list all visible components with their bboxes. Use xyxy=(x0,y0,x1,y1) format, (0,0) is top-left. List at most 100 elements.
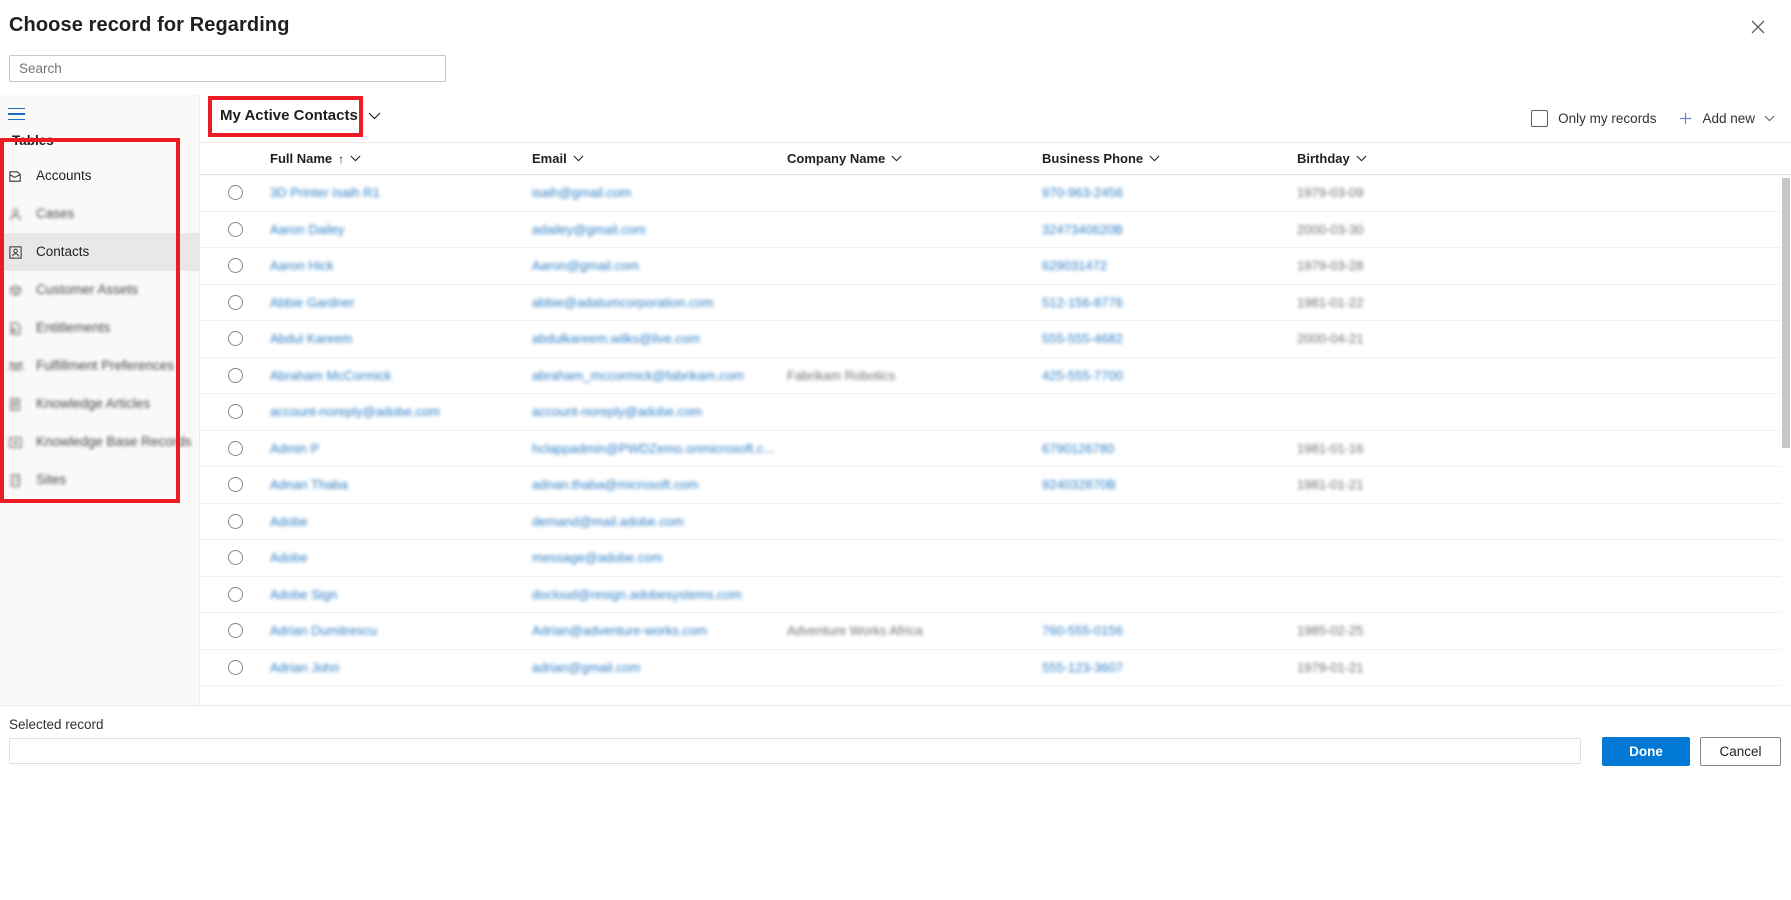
cell-full-name[interactable]: account-noreply@adobe.com xyxy=(270,404,532,419)
column-header-label: Full Name xyxy=(270,151,333,166)
sidebar-item-entitlements[interactable]: Entitlements xyxy=(0,309,200,347)
row-select-cell xyxy=(200,586,270,602)
done-button[interactable]: Done xyxy=(1602,737,1690,766)
row-radio-button[interactable] xyxy=(227,477,243,493)
cell-birthday: 1981-01-22 xyxy=(1297,294,1364,310)
sidebar-item-customer-assets[interactable]: Customer Assets xyxy=(0,271,200,309)
sidebar-item-accounts[interactable]: Accounts xyxy=(0,157,200,195)
table-row[interactable]: Adnan Thaba adnan.thaba@microsoft.com 9240… xyxy=(200,467,1791,504)
hamburger-icon[interactable] xyxy=(8,101,38,127)
sidebar-item-fulfillment-preferences[interactable]: Fulfillment Preferences xyxy=(0,347,200,385)
column-header-company-name[interactable]: Company Name xyxy=(787,143,1042,175)
cell-phone: 970-963-2456 xyxy=(1042,185,1123,201)
column-header-birthday[interactable]: Birthday xyxy=(1297,143,1527,175)
table-row[interactable]: account-noreply@adobe.com account-noreply… xyxy=(200,394,1791,431)
only-my-records-toggle[interactable]: Only my records xyxy=(1531,110,1656,127)
row-select-cell xyxy=(200,294,270,310)
only-my-records-label: Only my records xyxy=(1558,111,1657,126)
chevron-down-icon xyxy=(350,155,361,162)
column-header-business-phone[interactable]: Business Phone xyxy=(1042,143,1297,175)
cell-full-name[interactable]: Admin P xyxy=(270,441,532,456)
chevron-down-icon xyxy=(1356,155,1367,162)
sidebar-item-cases[interactable]: Cases xyxy=(0,195,200,233)
row-radio-button[interactable] xyxy=(227,404,243,420)
close-icon[interactable] xyxy=(1743,12,1773,42)
search-input[interactable] xyxy=(9,55,446,82)
sidebar-item-knowledge-base-records[interactable]: Knowledge Base Records xyxy=(0,423,200,461)
cell-phone: 555-555-4682 xyxy=(1042,331,1123,347)
asset-icon xyxy=(8,282,30,298)
view-selector[interactable]: My Active Contacts xyxy=(214,103,387,128)
sidebar-item-contacts[interactable]: Contacts xyxy=(0,233,200,271)
cell-full-name[interactable]: Abraham McCormick xyxy=(270,368,532,383)
records-grid: Full Name ↑ Email Company Name Business … xyxy=(200,143,1791,706)
row-radio-button[interactable] xyxy=(227,221,243,237)
column-header-label: Email xyxy=(532,151,567,166)
cell-phone: 3247340620B xyxy=(1042,221,1123,237)
table-row[interactable]: Adobe demand@mail.adobe.com xyxy=(200,504,1791,540)
scrollbar-thumb[interactable] xyxy=(1782,178,1790,448)
sidebar-item-sites[interactable]: Sites xyxy=(0,461,200,499)
table-row[interactable]: 3D Printer Isaih R1 isaih@gmail.com 970-96… xyxy=(200,175,1791,212)
site-icon xyxy=(8,472,30,488)
column-header-full-name[interactable]: Full Name ↑ xyxy=(270,143,532,175)
column-header-label: Company Name xyxy=(787,151,886,166)
tables-sidebar: Tables Accounts Cases Contacts Customer … xyxy=(0,95,200,705)
sidebar-item-knowledge-articles[interactable]: Knowledge Articles xyxy=(0,385,200,423)
cell-full-name[interactable]: Adrian Dumitrescu xyxy=(270,623,532,638)
cell-full-name[interactable]: Abdul Kareem xyxy=(270,331,532,346)
row-radio-button[interactable] xyxy=(227,367,243,383)
table-row[interactable]: Abraham McCormick abraham_mccormick@fabri… xyxy=(200,358,1791,394)
row-radio-button[interactable] xyxy=(227,331,243,347)
table-row[interactable]: Adrian Dumitrescu Adrian@adventure-works.… xyxy=(200,613,1791,650)
table-row[interactable]: Adobe Sign docloud@resign.adobesystems.co… xyxy=(200,577,1791,613)
cell-full-name[interactable]: Aaron Dailey xyxy=(270,222,532,237)
row-radio-button[interactable] xyxy=(227,659,243,675)
sort-ascending-icon: ↑ xyxy=(338,151,345,166)
add-new-button[interactable]: Add new xyxy=(1678,111,1775,126)
column-header-email[interactable]: Email xyxy=(532,143,787,175)
dialog-footer: Selected record Done Cancel xyxy=(0,706,1791,900)
cell-email: docloud@resign.adobesystems.com xyxy=(532,586,742,602)
table-row[interactable]: Adrian John adrian@gmail.com 555-123-3607 1… xyxy=(200,650,1791,686)
cell-full-name[interactable]: Adnan Thaba xyxy=(270,477,532,492)
cell-birthday: 1979-03-28 xyxy=(1297,258,1364,274)
sidebar-item-label: Contacts xyxy=(36,244,90,260)
row-radio-button[interactable] xyxy=(227,258,243,274)
table-row[interactable]: Adobe message@adobe.com xyxy=(200,540,1791,577)
add-new-label: Add new xyxy=(1702,111,1755,126)
table-row[interactable]: Aaron Hick Aaron@gmail.com 629031472 1979-0… xyxy=(200,248,1791,285)
row-radio-button[interactable] xyxy=(227,550,243,566)
cell-full-name[interactable]: Adobe xyxy=(270,550,532,565)
row-radio-button[interactable] xyxy=(227,185,243,201)
row-select-cell xyxy=(200,550,270,566)
table-row[interactable]: Admin Phclappadmin@PWDZemo.onmicrosoft.c… xyxy=(200,431,1791,467)
cell-full-name[interactable]: 3D Printer Isaih R1 xyxy=(270,185,532,200)
sidebar-item-label: Entitlements xyxy=(36,320,111,336)
row-select-cell xyxy=(200,258,270,274)
cell-phone: 629031472 xyxy=(1042,258,1108,274)
choose-record-dialog: Choose record for Regarding Tables Accou… xyxy=(0,0,1791,900)
row-radio-button[interactable] xyxy=(227,294,243,310)
cell-full-name[interactable]: Adrian John xyxy=(270,660,532,675)
cell-phone: 6790126780 xyxy=(1042,440,1115,456)
row-radio-button[interactable] xyxy=(227,623,243,639)
only-my-records-checkbox[interactable] xyxy=(1531,110,1549,127)
row-radio-button[interactable] xyxy=(227,586,243,602)
row-radio-button[interactable] xyxy=(227,440,243,456)
row-radio-button[interactable] xyxy=(227,513,243,529)
grid-body: 3D Printer Isaih R1 isaih@gmail.com 970-96… xyxy=(200,175,1791,706)
table-row[interactable]: Abdul Kareem abdulkareem.wilks@live.com 55… xyxy=(200,321,1791,358)
cell-full-name[interactable]: Aaron Hick xyxy=(270,258,532,273)
grid-vertical-scrollbar[interactable] xyxy=(1781,176,1791,706)
cell-company: Fabrikam Robotics xyxy=(787,367,896,383)
cell-full-name[interactable]: Abbie Gardner xyxy=(270,295,532,310)
table-row[interactable]: Abbie Gardner abbie@adatumcorporation.com… xyxy=(200,285,1791,321)
search-field-wrapper xyxy=(9,55,446,82)
cancel-button[interactable]: Cancel xyxy=(1700,737,1781,766)
selected-record-field[interactable] xyxy=(9,738,1581,764)
table-row[interactable]: Aaron Dailey adailey@gmail.com 3247340620B… xyxy=(200,212,1791,248)
cell-full-name[interactable]: Adobe Sign xyxy=(270,587,532,602)
cell-full-name[interactable]: Adobe xyxy=(270,514,532,529)
cell-email: Aaron@gmail.com xyxy=(532,258,640,274)
